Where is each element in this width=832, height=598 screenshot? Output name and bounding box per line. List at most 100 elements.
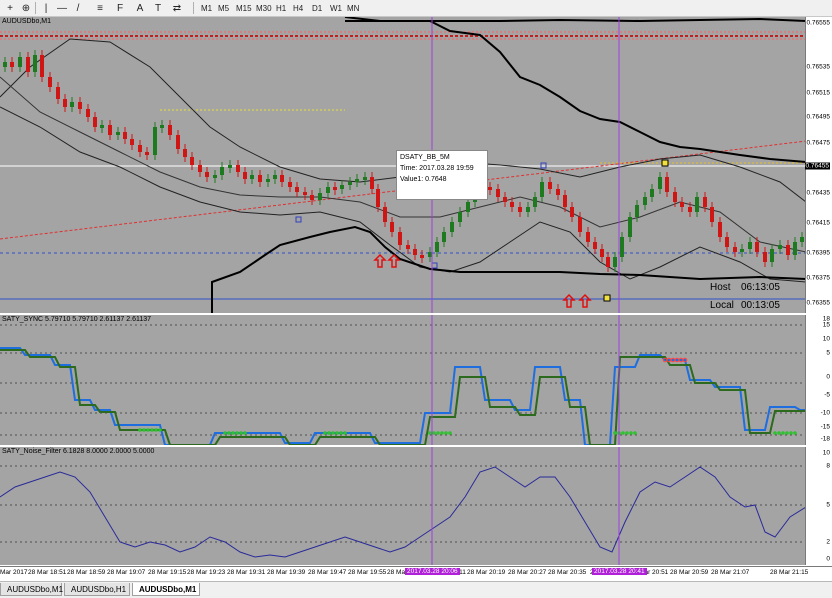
candle-body [398, 232, 402, 245]
local-time: 00:13:05 [741, 300, 780, 311]
time-axis[interactable]: Mar 2017 28 Mar 18:51 28 Mar 18:59 28 Mar 1… [0, 566, 832, 582]
candle-body [770, 249, 774, 262]
timeframe-d1[interactable]: D1 [309, 1, 325, 15]
candle-body [793, 242, 797, 255]
candle-body [10, 62, 14, 67]
sync-scale-label: 0 [826, 373, 830, 381]
sync-signal-dot [781, 431, 785, 435]
crosshair-icon[interactable]: + [3, 1, 17, 15]
horizontal-line-icon[interactable]: — [55, 1, 69, 15]
arrows-icon[interactable]: ⇄ [170, 1, 184, 15]
timeframe-mn[interactable]: MN [344, 1, 362, 15]
candle-body [703, 197, 707, 207]
sync-signal-dot [158, 428, 162, 432]
label-icon[interactable]: T [151, 1, 165, 15]
tab-audusd-m1-active[interactable]: AUDUSDbo,M1 [132, 583, 200, 596]
sync-signal-dot [625, 431, 629, 435]
crosshair-move-icon[interactable]: ⊕ [19, 1, 33, 15]
candle-body [740, 249, 744, 252]
candle-body [680, 202, 684, 207]
marker-yellow-square [603, 294, 611, 302]
candle-body [390, 222, 394, 232]
vertical-line-icon[interactable]: | [39, 1, 53, 15]
candle-body [108, 125, 112, 135]
timeframe-m1[interactable]: M1 [198, 1, 215, 15]
sync-scale-label: -15 [820, 423, 830, 431]
sync-signal-dot [243, 431, 247, 435]
text-icon[interactable]: A [133, 1, 147, 15]
sync-signal-dot [613, 431, 617, 435]
sync-signal-dot [323, 431, 327, 435]
candle-body [428, 252, 432, 257]
fibonacci-icon[interactable]: F [113, 1, 127, 15]
tab-audusd-h1[interactable]: AUDUSDbo,H1 [64, 583, 130, 596]
timeframe-m5[interactable]: M5 [215, 1, 232, 15]
toolbar-separator [193, 2, 194, 14]
timeframe-h4[interactable]: H4 [290, 1, 306, 15]
time-axis-label: 28 Mar 19:55 [348, 569, 387, 576]
timeframe-m15[interactable]: M15 [233, 1, 255, 15]
host-time: 06:13:05 [741, 282, 780, 293]
candle-body [348, 182, 352, 185]
current-price-tag: 0.76455 [804, 162, 830, 170]
candle-body [563, 195, 567, 207]
price-scale[interactable]: 0.76555 0.76535 0.76515 0.76495 0.76475 0.76… [804, 17, 832, 313]
candle-body [258, 175, 262, 182]
tooltip-name: DSATY_BB_5M [400, 154, 450, 161]
noise-scale-label: 5 [826, 501, 830, 509]
noise-scale-label: 10 [822, 449, 830, 457]
candle-body [420, 255, 424, 258]
noise-filter-pane[interactable]: SATY_Noise_Filter 6.1828 8.0000 2.0000 5… [0, 447, 832, 565]
sync-signal-dot [633, 431, 637, 435]
candle-body [63, 99, 67, 107]
sync-indicator-pane[interactable]: SATY_SYNC 5.79710 5.79710 2.61137 2.6113… [0, 315, 832, 445]
candle-body [450, 222, 454, 232]
candle-body [466, 202, 470, 212]
time-axis-label: 28 Mar 19:07 [107, 569, 146, 576]
candle-body [600, 249, 604, 257]
top-step-line [345, 17, 806, 23]
candle-body [3, 62, 7, 67]
sync-green-line [0, 349, 806, 445]
candle-body [435, 242, 439, 252]
sync-signal-dot [444, 431, 448, 435]
timeframe-h1[interactable]: H1 [273, 1, 289, 15]
channel-icon[interactable]: ≡ [93, 1, 107, 15]
timeframe-m30[interactable]: M30 [253, 1, 275, 15]
buy-arrow-icon [578, 293, 592, 308]
candle-body [510, 202, 514, 207]
candle-body [695, 197, 699, 212]
candle-body [800, 237, 804, 242]
candle-body [18, 57, 22, 67]
candle-body [665, 177, 669, 192]
candle-body [326, 187, 330, 193]
trendline-icon[interactable]: / [71, 1, 85, 15]
chart-area[interactable]: AUDUSDbo,M1 0.76555 0.76535 0.76515 0.7649… [0, 17, 832, 582]
sync-signal-dot [239, 431, 243, 435]
candle-body [376, 189, 380, 207]
timeframe-w1[interactable]: W1 [327, 1, 345, 15]
candle-body [540, 182, 544, 197]
candle-body [570, 207, 574, 217]
sync-signal-dot [223, 431, 227, 435]
candle-body [586, 232, 590, 242]
candle-body [273, 175, 277, 179]
noise-scale-label: 8 [826, 462, 830, 470]
sync-indicator-canvas[interactable] [0, 315, 806, 445]
sync-scale-label: -5 [824, 391, 830, 399]
candle-body [755, 242, 759, 252]
candle-body [340, 185, 344, 189]
noise-filter-canvas[interactable] [0, 447, 806, 565]
candle-body [116, 132, 120, 135]
candle-body [56, 87, 60, 99]
time-axis-label: 28 Mar 19:47 [308, 569, 347, 576]
tab-audusd-m1[interactable]: AUDUSDbo,M1 [0, 583, 63, 596]
symbol-label: AUDUSDbo,M1 [2, 18, 52, 25]
time-axis-label: 28 Mar 20:27 [508, 569, 547, 576]
candle-body [138, 145, 142, 152]
buy-arrow-icon [373, 253, 387, 268]
sync-signal-dot [777, 431, 781, 435]
candle-body [236, 165, 240, 172]
candle-body [160, 125, 164, 128]
sync-signal-dot [793, 431, 797, 435]
